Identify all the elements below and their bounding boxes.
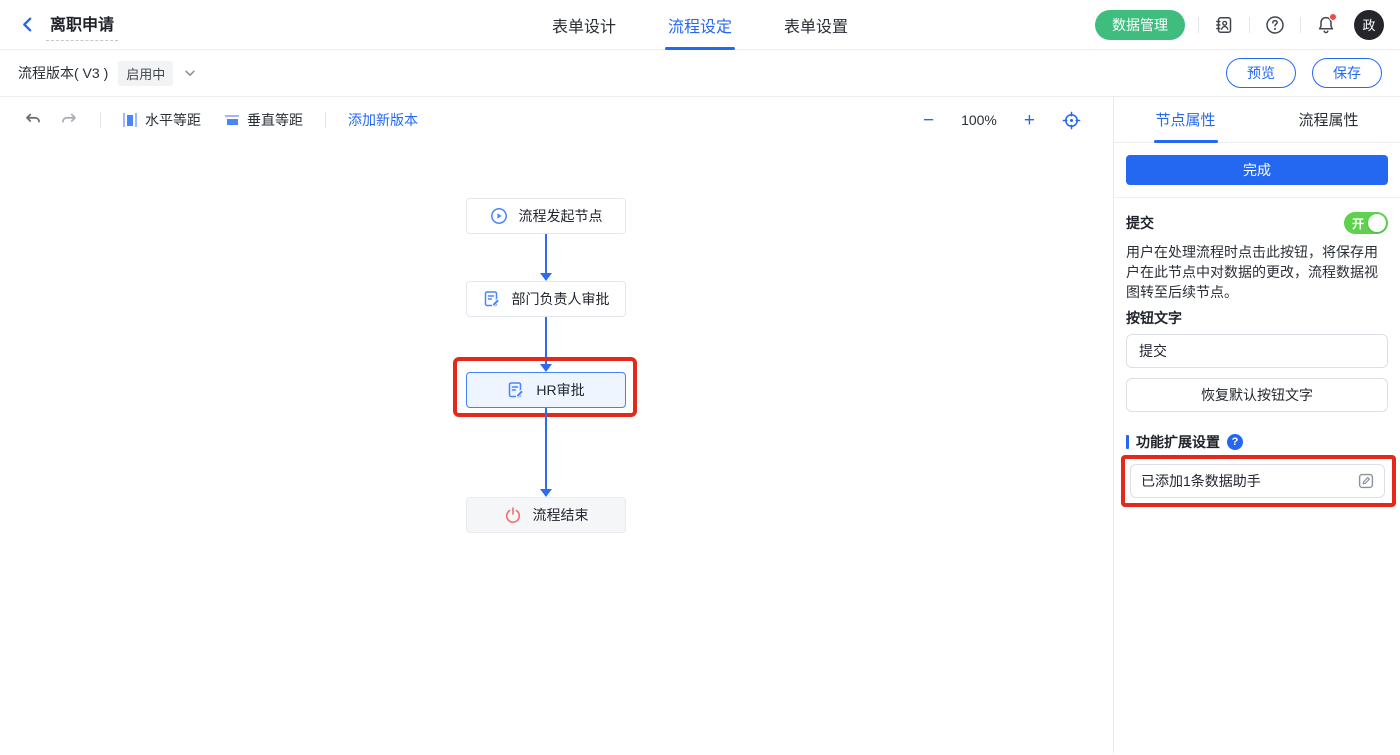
page-title: 离职申请 — [46, 9, 119, 41]
flow-node-hr-approval[interactable]: HR审批 — [466, 372, 626, 408]
edit-pencil-icon[interactable] — [1358, 473, 1374, 489]
contacts-icon[interactable] — [1212, 13, 1236, 37]
flow-node-end[interactable]: 流程结束 — [466, 497, 626, 533]
flow-arrowhead — [540, 364, 552, 372]
status-badge: 启用中 — [118, 60, 174, 86]
chevron-down-icon — [185, 70, 195, 76]
toggle-knob — [1368, 214, 1386, 232]
notification-bell-icon[interactable] — [1314, 12, 1338, 37]
preview-button[interactable]: 预览 — [1226, 58, 1296, 88]
flow-connector — [545, 408, 547, 489]
redo-button[interactable] — [60, 111, 78, 129]
divider — [1249, 16, 1250, 33]
restore-default-button[interactable]: 恢复默认按钮文字 — [1126, 378, 1388, 412]
panel-tabs: 节点属性 流程属性 — [1114, 97, 1400, 143]
divider — [1198, 16, 1199, 33]
main-tabs: 表单设计 流程设定 表单设置 — [552, 0, 848, 50]
vertical-spacing-button[interactable]: 垂直等距 — [225, 110, 303, 130]
version-label: 流程版本( V3 ) — [18, 65, 109, 81]
save-button[interactable]: 保存 — [1312, 58, 1382, 88]
flow-node-start[interactable]: 流程发起节点 — [466, 198, 626, 234]
tab-flow-setting[interactable]: 流程设定 — [664, 0, 736, 50]
notification-badge — [1329, 12, 1337, 21]
extension-section-title: 功能扩展设置 — [1136, 434, 1220, 450]
tab-node-properties[interactable]: 节点属性 — [1114, 97, 1257, 142]
tab-form-settings[interactable]: 表单设置 — [784, 0, 848, 50]
help-icon[interactable] — [1263, 13, 1287, 37]
power-icon — [505, 507, 520, 523]
app-header: 离职申请 表单设计 流程设定 表单设置 数据管理 政 — [0, 0, 1400, 50]
zoom-level: 100% — [961, 112, 997, 128]
submit-toggle[interactable]: 开 — [1344, 212, 1388, 234]
data-assistant-text: 已添加1条数据助手 — [1141, 473, 1261, 489]
question-help-icon[interactable]: ? — [1227, 434, 1243, 450]
version-dropdown[interactable] — [183, 66, 197, 80]
tab-flow-properties[interactable]: 流程属性 — [1257, 97, 1400, 142]
flow-arrowhead — [540, 273, 552, 281]
add-new-version-link[interactable]: 添加新版本 — [348, 110, 418, 130]
version-bar: 流程版本( V3 ) 启用中 预览 保存 — [0, 50, 1400, 97]
horizontal-spacing-icon — [123, 113, 137, 127]
canvas-toolbar: 水平等距 垂直等距 添加新版本 − 100% + — [0, 97, 1113, 143]
back-button[interactable] — [16, 14, 38, 36]
flow-arrowhead — [540, 489, 552, 497]
horizontal-spacing-button[interactable]: 水平等距 — [123, 110, 201, 130]
submit-description: 用户在处理流程时点击此按钮，将保存用户在此节点中对数据的更改，流程数据视图转至后… — [1126, 244, 1378, 300]
play-circle-icon — [490, 208, 507, 224]
vertical-spacing-icon — [225, 115, 239, 125]
flow-canvas[interactable]: 流程发起节点 部门负责人审批 HR审批 流程结束 — [0, 143, 1113, 753]
zoom-in-button[interactable]: + — [1024, 111, 1035, 130]
divider — [325, 112, 326, 128]
data-assistant-row[interactable]: 已添加1条数据助手 — [1130, 464, 1385, 498]
node-label: HR审批 — [536, 382, 585, 398]
toggle-on-label: 开 — [1352, 216, 1365, 231]
flow-connector — [545, 317, 547, 364]
annotation-highlight-extension: 已添加1条数据助手 — [1121, 455, 1396, 507]
locate-center-icon[interactable] — [1062, 111, 1081, 130]
divider — [1114, 197, 1400, 198]
approval-doc-icon — [484, 291, 500, 307]
flow-node-dept-approval[interactable]: 部门负责人审批 — [466, 281, 626, 317]
tab-form-design[interactable]: 表单设计 — [552, 0, 616, 50]
zoom-out-button[interactable]: − — [923, 111, 934, 130]
section-accent-bar — [1126, 435, 1129, 449]
node-label: 流程结束 — [532, 507, 589, 523]
approval-doc-icon — [509, 382, 525, 398]
chevron-left-icon — [22, 17, 31, 32]
divider — [1300, 16, 1301, 33]
data-manage-button[interactable]: 数据管理 — [1095, 9, 1185, 40]
properties-panel: 节点属性 流程属性 完成 提交 开 用户在处理流程时点击此按钮，将保存用户在此节… — [1113, 97, 1400, 753]
button-text-input[interactable] — [1126, 334, 1388, 368]
node-label: 部门负责人审批 — [511, 291, 610, 307]
submit-section-label: 提交 — [1126, 215, 1154, 231]
node-label: 流程发起节点 — [518, 208, 603, 224]
avatar[interactable]: 政 — [1354, 9, 1384, 40]
button-text-label: 按钮文字 — [1126, 310, 1182, 326]
complete-button[interactable]: 完成 — [1126, 155, 1388, 185]
divider — [100, 112, 101, 128]
flow-canvas-area: 水平等距 垂直等距 添加新版本 − 100% + 流程发起节点 部门负责人审批 … — [0, 97, 1113, 753]
flow-connector — [545, 234, 547, 273]
undo-button[interactable] — [24, 111, 42, 129]
